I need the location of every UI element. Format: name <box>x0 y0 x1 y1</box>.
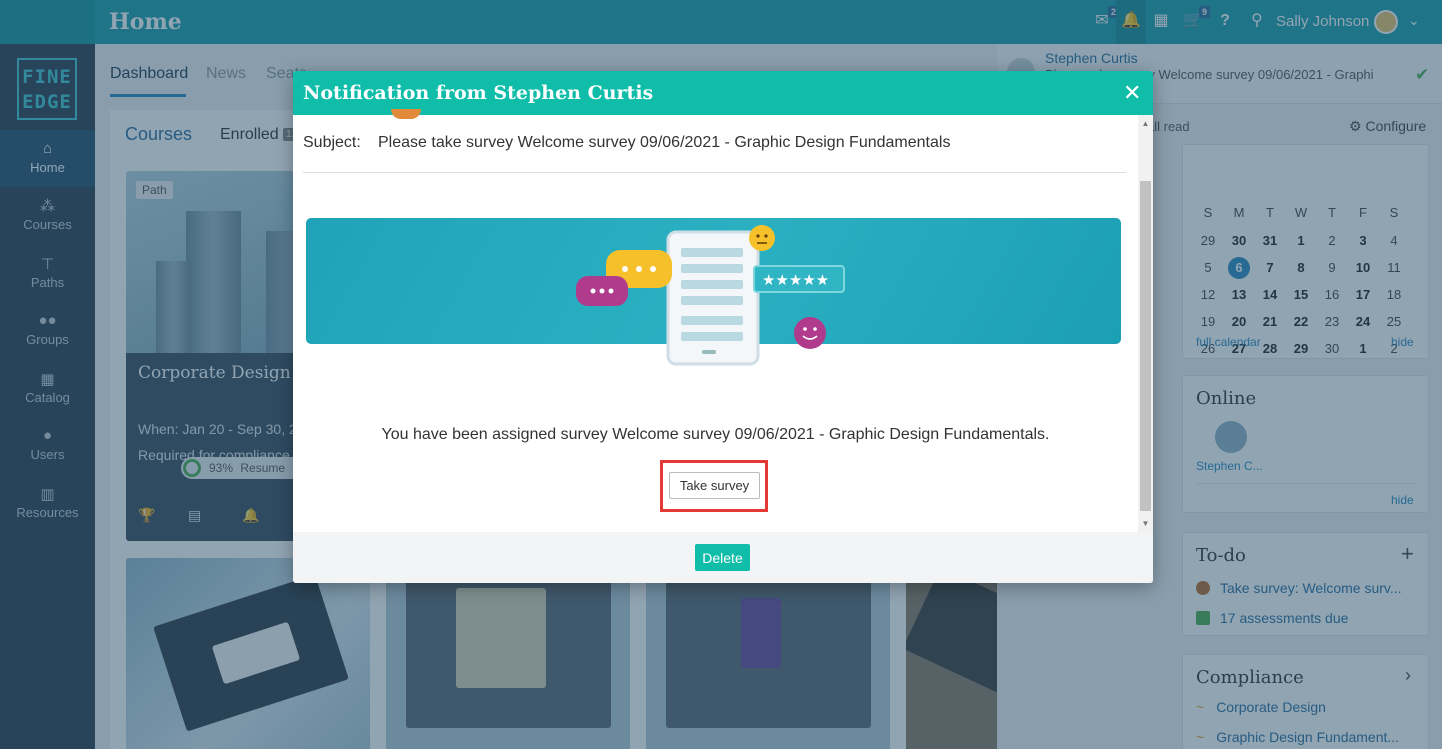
scroll-down-icon[interactable]: ▼ <box>1138 519 1153 528</box>
scrollbar[interactable]: ▲ ▼ <box>1138 115 1153 532</box>
assignment-message: You have been assigned survey Welcome su… <box>381 426 1050 443</box>
survey-illustration: ★★★★★ <box>576 225 845 366</box>
notification-modal: Notification from Stephen Curtis ✕ Subje… <box>293 71 1153 583</box>
modal-title: Notification from Stephen Curtis <box>303 82 654 104</box>
scroll-thumb[interactable] <box>1140 181 1151 511</box>
close-icon[interactable]: ✕ <box>1123 80 1141 106</box>
modal-header: Notification from Stephen Curtis ✕ <box>293 71 1153 115</box>
modal-footer: Delete <box>293 532 1153 583</box>
modal-body: Subject: Please take survey Welcome surv… <box>293 109 1138 532</box>
subject-value: Please take survey Welcome survey 09/06/… <box>378 134 951 151</box>
sender-avatar-partial <box>391 109 421 119</box>
scroll-up-icon[interactable]: ▲ <box>1138 119 1153 128</box>
survey-banner-image: ★★★★★ <box>306 218 1121 366</box>
subject-label: Subject: <box>303 134 361 151</box>
delete-button[interactable]: Delete <box>695 544 750 571</box>
divider <box>303 172 1126 173</box>
take-survey-button[interactable]: Take survey <box>669 472 760 499</box>
svg-text:★★★★★: ★★★★★ <box>762 271 829 289</box>
